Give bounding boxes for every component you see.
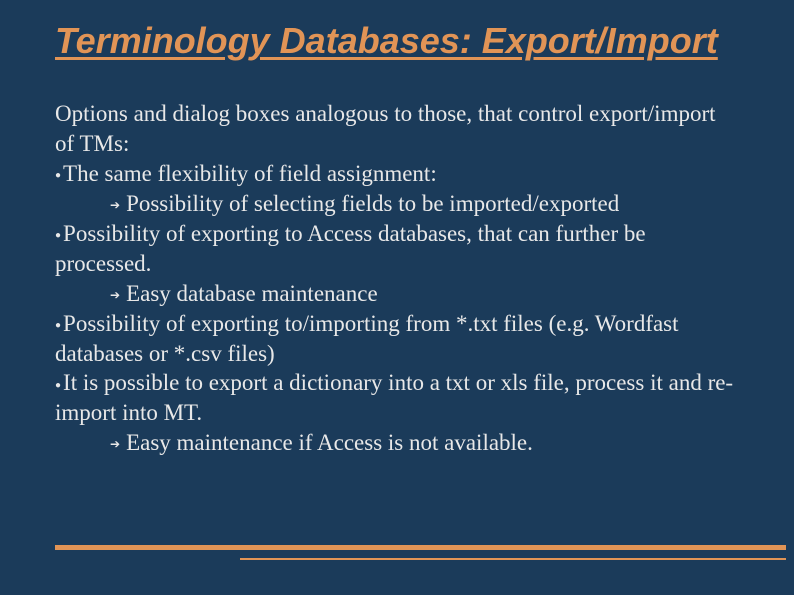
- sub-2-text: Easy database maintenance: [126, 281, 378, 306]
- thick-divider: [55, 545, 786, 550]
- bullet-item-1: ●The same flexibility of field assignmen…: [55, 159, 739, 189]
- bullet-item-3: ●Possibility of exporting to/importing f…: [55, 309, 739, 369]
- arrow-icon: ➔: [110, 437, 120, 453]
- bullet-icon: ●: [55, 229, 61, 242]
- slide-title: Terminology Databases: Export/Import: [55, 20, 739, 61]
- bullet-icon: ●: [55, 169, 61, 182]
- sub-item-2: ➔ Easy database maintenance: [55, 279, 739, 309]
- thin-divider: [240, 558, 786, 560]
- arrow-icon: ➔: [110, 198, 120, 214]
- bullet-4-text: It is possible to export a dictionary in…: [55, 370, 733, 425]
- bullet-2-text: Possibility of exporting to Access datab…: [55, 221, 646, 276]
- sub-4-text: Easy maintenance if Access is not availa…: [126, 430, 533, 455]
- bullet-icon: ●: [55, 379, 61, 392]
- bullet-item-4: ●It is possible to export a dictionary i…: [55, 368, 739, 428]
- bullet-icon: ●: [55, 319, 61, 332]
- sub-1-text: Possibility of selecting fields to be im…: [126, 191, 619, 216]
- slide-body: Options and dialog boxes analogous to th…: [55, 99, 739, 458]
- bullet-1-text: The same flexibility of field assignment…: [63, 161, 437, 186]
- intro-text: Options and dialog boxes analogous to th…: [55, 99, 739, 159]
- arrow-icon: ➔: [110, 288, 120, 304]
- bullet-3-text: Possibility of exporting to/importing fr…: [55, 311, 679, 366]
- sub-item-1: ➔ Possibility of selecting fields to be i…: [55, 189, 739, 219]
- sub-item-4: ➔ Easy maintenance if Access is not avail…: [55, 428, 739, 458]
- bullet-item-2: ●Possibility of exporting to Access data…: [55, 219, 739, 279]
- slide-container: Terminology Databases: Export/Import Opt…: [0, 0, 794, 595]
